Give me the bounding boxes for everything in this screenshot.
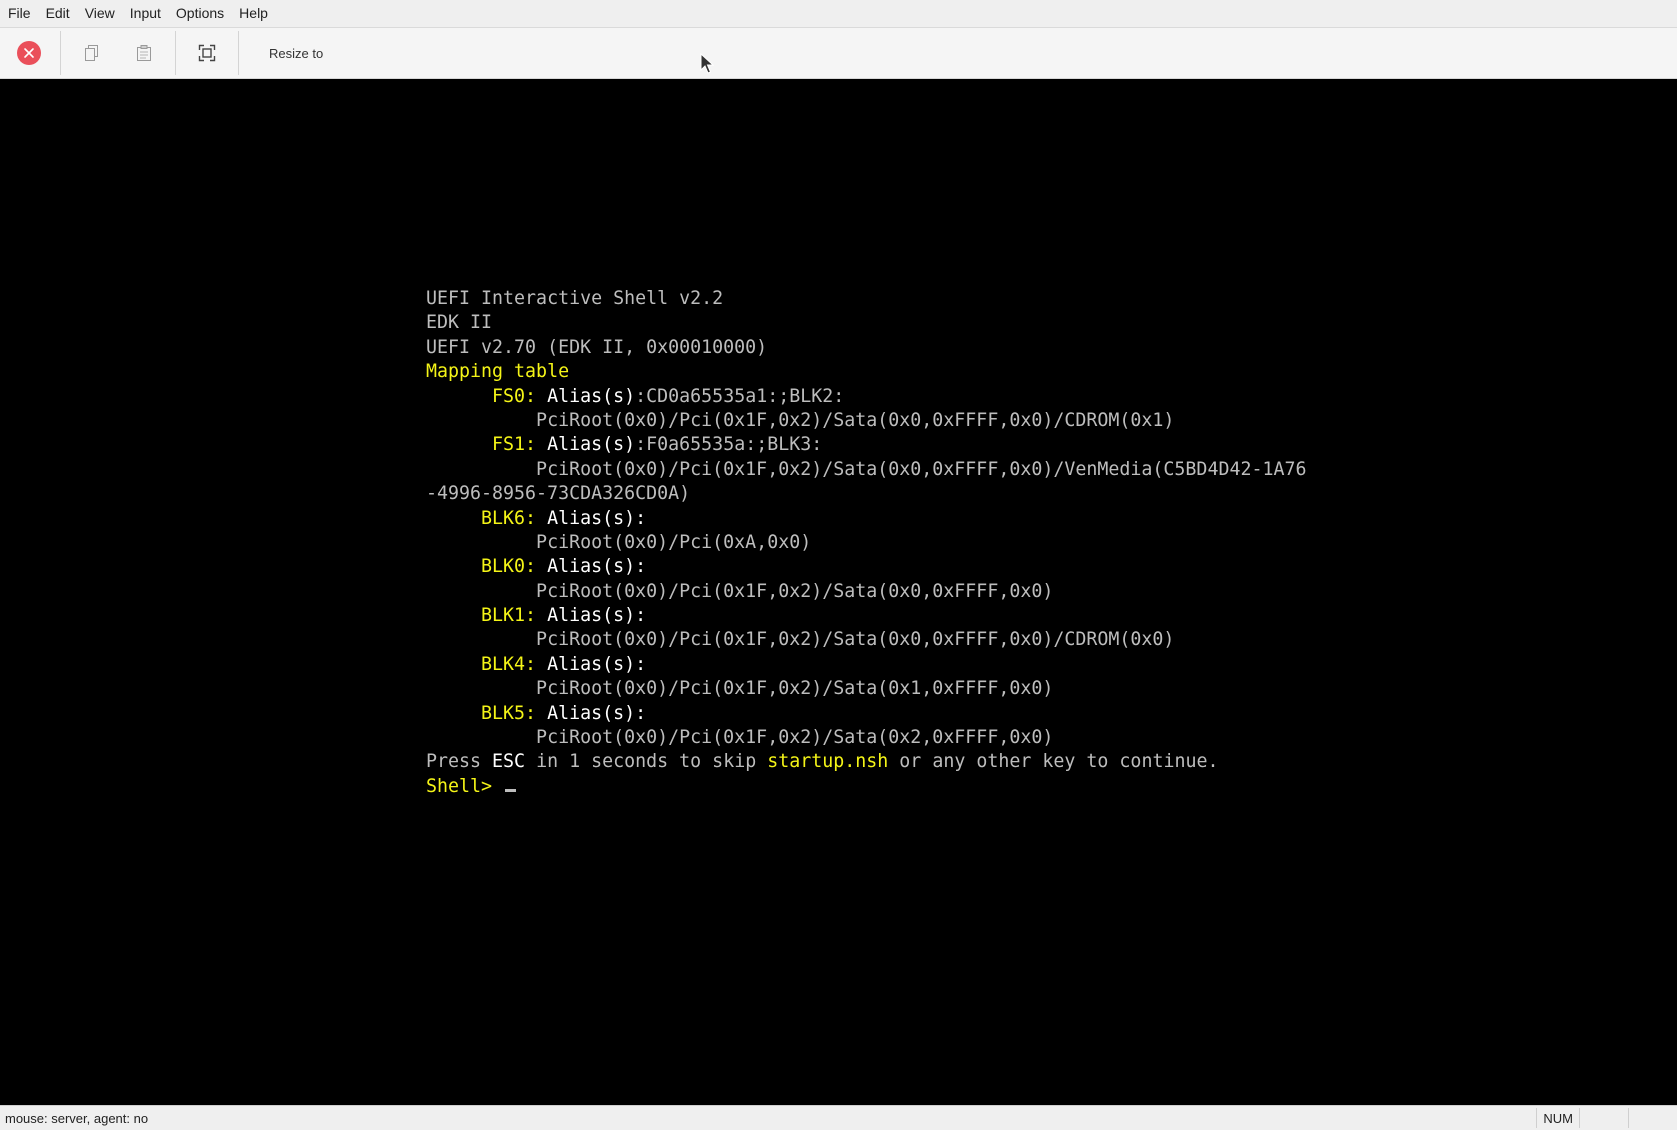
fullscreen-button[interactable] bbox=[184, 30, 230, 76]
console-text: BLK6: bbox=[426, 507, 548, 529]
console-line: PciRoot(0x0)/Pci(0xA,0x0) bbox=[426, 531, 1307, 555]
console-text: PciRoot(0x0)/Pci(0x1F,0x2)/Sata(0x0,0xFF… bbox=[426, 629, 1175, 651]
console-text: BLK0: bbox=[426, 556, 548, 578]
console-text: Alias(s): bbox=[547, 702, 647, 724]
console-text: FS0: bbox=[426, 385, 548, 407]
menu-view[interactable]: View bbox=[79, 0, 121, 27]
console-line: BLK5: Alias(s): bbox=[426, 702, 1307, 726]
console-line: Press ESC in 1 seconds to skip startup.n… bbox=[426, 750, 1307, 774]
console-line: PciRoot(0x0)/Pci(0x1F,0x2)/Sata(0x0,0xFF… bbox=[426, 458, 1307, 482]
menu-bar: File Edit View Input Options Help bbox=[0, 0, 1677, 28]
paste-button[interactable] bbox=[121, 30, 167, 76]
copy-icon bbox=[85, 45, 98, 61]
menu-edit[interactable]: Edit bbox=[40, 0, 76, 27]
console-line: FS1: Alias(s):F0a65535a:;BLK3: bbox=[426, 433, 1307, 457]
console-text: Alias(s) bbox=[547, 385, 636, 407]
menu-options[interactable]: Options bbox=[170, 0, 230, 27]
console-text: Alias(s): bbox=[547, 605, 647, 627]
toolbar-separator bbox=[60, 31, 61, 75]
console-line: BLK6: Alias(s): bbox=[426, 507, 1307, 531]
close-icon bbox=[17, 41, 41, 65]
console-line: -4996-8956-73CDA326CD0A) bbox=[426, 482, 1307, 506]
console-line: BLK1: Alias(s): bbox=[426, 604, 1307, 628]
num-lock-indicator: NUM bbox=[1536, 1108, 1579, 1128]
mouse-pointer-icon bbox=[700, 53, 714, 74]
shell-prompt-line[interactable]: Shell> bbox=[426, 775, 1307, 799]
console-line: BLK4: Alias(s): bbox=[426, 653, 1307, 677]
console-text: Alias(s): bbox=[547, 653, 647, 675]
scroll-lock-indicator bbox=[1628, 1108, 1677, 1128]
console-text: PciRoot(0x0)/Pci(0xA,0x0) bbox=[426, 531, 812, 553]
menu-help[interactable]: Help bbox=[233, 0, 274, 27]
menu-file[interactable]: File bbox=[2, 0, 37, 27]
console-line: PciRoot(0x0)/Pci(0x1F,0x2)/Sata(0x0,0xFF… bbox=[426, 409, 1307, 433]
console-line: FS0: Alias(s):CD0a65535a1:;BLK2: bbox=[426, 385, 1307, 409]
console-text: PciRoot(0x0)/Pci(0x1F,0x2)/Sata(0x0,0xFF… bbox=[426, 409, 1175, 431]
status-bar: mouse: server, agent: no NUM bbox=[0, 1105, 1677, 1130]
console-text: EDK II bbox=[426, 312, 493, 334]
console-text: Press bbox=[426, 751, 493, 773]
console-text: or any other key to continue. bbox=[888, 751, 1219, 773]
console-text: -4996-8956-73CDA326CD0A) bbox=[426, 483, 691, 505]
console-text: :CD0a65535a1:;BLK2: bbox=[635, 385, 845, 407]
console-line: UEFI v2.70 (EDK II, 0x00010000) bbox=[426, 336, 1307, 360]
console-text: in 1 seconds to skip bbox=[525, 751, 768, 773]
console-text: BLK4: bbox=[426, 653, 548, 675]
close-button[interactable] bbox=[6, 30, 52, 76]
toolbar-separator bbox=[238, 31, 239, 75]
console-text: PciRoot(0x0)/Pci(0x1F,0x2)/Sata(0x1,0xFF… bbox=[426, 678, 1054, 700]
console-line: EDK II bbox=[426, 311, 1307, 335]
toolbar: Resize to bbox=[0, 28, 1677, 79]
console-text: ESC bbox=[492, 751, 526, 773]
console-text: UEFI Interactive Shell v2.2 bbox=[426, 288, 724, 309]
console-text: Alias(s) bbox=[547, 434, 636, 456]
console-line: PciRoot(0x0)/Pci(0x1F,0x2)/Sata(0x1,0xFF… bbox=[426, 677, 1307, 701]
console-line: PciRoot(0x0)/Pci(0x1F,0x2)/Sata(0x2,0xFF… bbox=[426, 726, 1307, 750]
resize-to-button[interactable]: Resize to bbox=[269, 46, 323, 61]
shell-prompt: Shell> bbox=[426, 775, 504, 797]
status-text: mouse: server, agent: no bbox=[5, 1110, 149, 1126]
vm-display[interactable]: UEFI Interactive Shell v2.2 EDK II UEFI v2… bbox=[0, 79, 1677, 1105]
console-line: UEFI Interactive Shell v2.2 bbox=[426, 287, 1307, 311]
toolbar-separator bbox=[175, 31, 176, 75]
fullscreen-icon bbox=[198, 44, 216, 62]
console-line: BLK0: Alias(s): bbox=[426, 555, 1307, 579]
console-text: BLK1: bbox=[426, 605, 548, 627]
console-line: Mapping table bbox=[426, 360, 1307, 384]
uefi-shell-output: UEFI Interactive Shell v2.2 EDK II UEFI v2… bbox=[426, 287, 1307, 799]
console-text: Alias(s): bbox=[547, 507, 647, 529]
menu-input[interactable]: Input bbox=[124, 0, 167, 27]
console-text: Alias(s): bbox=[547, 556, 647, 578]
caps-lock-indicator bbox=[1579, 1108, 1628, 1128]
console-line: PciRoot(0x0)/Pci(0x1F,0x2)/Sata(0x0,0xFF… bbox=[426, 580, 1307, 604]
console-text: BLK5: bbox=[426, 702, 548, 724]
console-text: PciRoot(0x0)/Pci(0x1F,0x2)/Sata(0x0,0xFF… bbox=[426, 580, 1054, 602]
paste-icon bbox=[137, 45, 151, 61]
console-text: UEFI v2.70 (EDK II, 0x00010000) bbox=[426, 336, 768, 358]
text-cursor bbox=[505, 788, 517, 792]
console-text: :F0a65535a:;BLK3: bbox=[635, 434, 823, 456]
console-text: PciRoot(0x0)/Pci(0x1F,0x2)/Sata(0x0,0xFF… bbox=[426, 458, 1307, 480]
console-text: startup.nsh bbox=[767, 751, 889, 773]
copy-button[interactable] bbox=[69, 30, 115, 76]
console-text: FS1: bbox=[426, 434, 548, 456]
console-text: Mapping table bbox=[426, 361, 570, 383]
console-text: PciRoot(0x0)/Pci(0x1F,0x2)/Sata(0x2,0xFF… bbox=[426, 727, 1054, 749]
console-line: PciRoot(0x0)/Pci(0x1F,0x2)/Sata(0x0,0xFF… bbox=[426, 628, 1307, 652]
